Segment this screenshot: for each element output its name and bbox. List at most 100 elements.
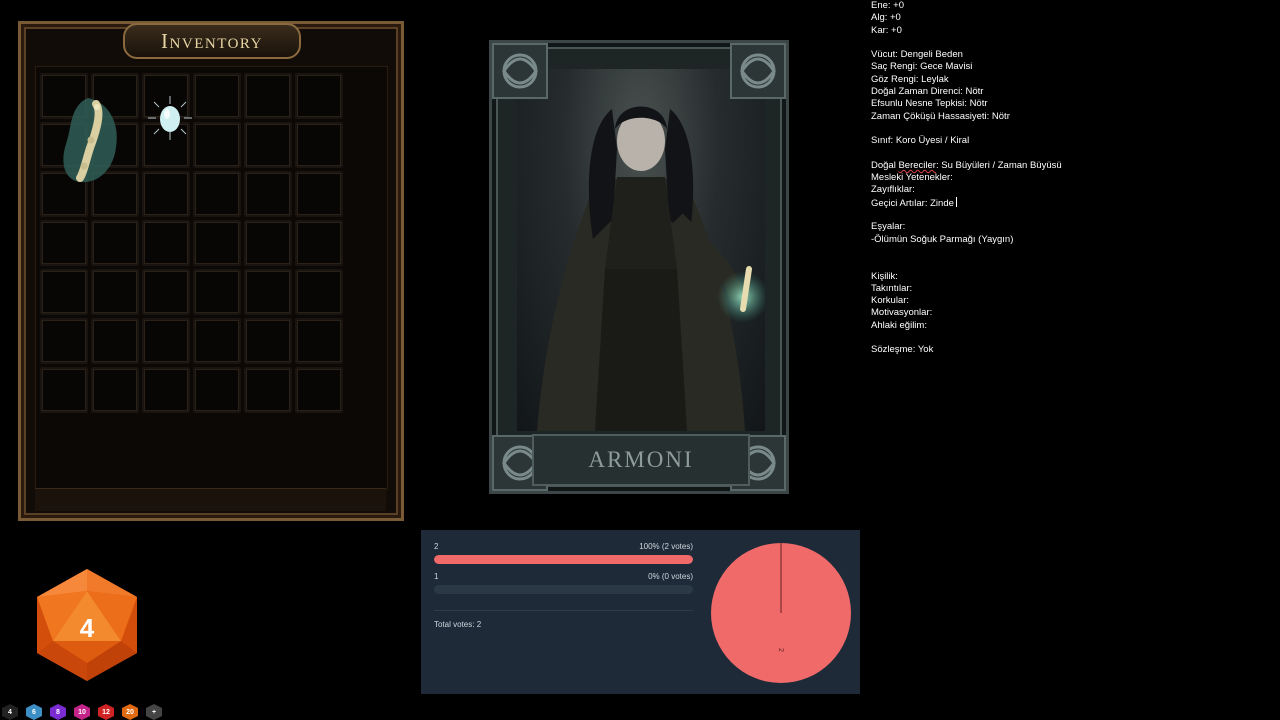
inventory-slot[interactable] (91, 318, 139, 364)
inventory-slot[interactable] (295, 367, 343, 413)
sheet-line (871, 209, 1171, 221)
sheet-line: Korkular: (871, 295, 910, 307)
d10-icon[interactable]: 10 (72, 704, 92, 720)
inventory-slot[interactable] (193, 171, 241, 217)
die-label: 10 (78, 708, 86, 716)
sheet-line: Geçici Artılar: Zinde (871, 196, 1171, 209)
inventory-slot[interactable] (142, 367, 190, 413)
inventory-slot[interactable] (91, 269, 139, 315)
d20-die-icon[interactable]: 4 (33, 567, 141, 683)
d6-icon[interactable]: 6 (24, 704, 44, 720)
poll-divider (434, 610, 693, 611)
sheet-line: Eşyalar: (871, 221, 906, 233)
inventory-slot[interactable] (295, 318, 343, 364)
die-label: 12 (102, 708, 110, 716)
inventory-slot[interactable] (295, 269, 343, 315)
inventory-slot[interactable] (193, 220, 241, 266)
sheet-line: Efsunlu Nesne Tepkisi: Nötr (871, 98, 988, 110)
sheet-line: Doğal Zaman Direnci: Nötr (871, 86, 984, 98)
sheet-line: Doğal Bereciler: Su Büyüleri / Zaman Büy… (871, 159, 1062, 171)
inventory-slot[interactable] (40, 367, 88, 413)
sheet-line: -Ölümün Soğuk Parmağı (Yaygın) (871, 233, 1014, 245)
die-label: + (151, 708, 157, 716)
inventory-slot[interactable] (40, 220, 88, 266)
inventory-slot[interactable] (295, 73, 343, 119)
d12-icon[interactable]: 12 (96, 704, 116, 720)
inventory-slot[interactable] (244, 171, 292, 217)
inventory-title: Inventory (161, 28, 263, 53)
poll-widget: 2 100% (2 votes) 1 0% (0 votes) Total vo… (421, 530, 860, 694)
poll-option-label: 2 (434, 542, 439, 551)
inventory-slot[interactable] (142, 220, 190, 266)
sheet-line: Kişilik: (871, 270, 898, 282)
inventory-slot[interactable] (91, 367, 139, 413)
sheet-line: Saç Rengi: Gece Mavisi (871, 61, 973, 73)
sheet-line (871, 123, 1171, 135)
inventory-slot[interactable] (244, 122, 292, 168)
sheet-line: Zayıflıklar: (871, 184, 915, 196)
poll-bar-fill (434, 555, 693, 564)
sheet-line: Kar: +0 (871, 24, 902, 36)
sheet-line (871, 258, 1171, 270)
inventory-slot[interactable] (193, 73, 241, 119)
poll-option[interactable]: 2 100% (2 votes) (434, 542, 693, 564)
inventory-slot[interactable] (244, 220, 292, 266)
celtic-knot-icon (730, 43, 786, 99)
inventory-slot[interactable] (193, 367, 241, 413)
sheet-line: Motivasyonlar: (871, 307, 933, 319)
poll-option-stat: 0% (0 votes) (648, 572, 693, 581)
inventory-slot[interactable] (244, 367, 292, 413)
sheet-line: Sınıf: Koro Üyesi / Kiral (871, 135, 970, 147)
celtic-knot-icon (492, 43, 548, 99)
poll-option[interactable]: 1 0% (0 votes) (434, 572, 693, 594)
inventory-slot[interactable] (40, 318, 88, 364)
sheet-line (871, 246, 1171, 258)
d4-icon[interactable]: 4 (0, 704, 20, 720)
die-label: 20 (126, 708, 134, 716)
bone-finger-icon[interactable] (58, 92, 124, 188)
sheet-line: Zaman Çöküşü Hassasiyeti: Nötr (871, 110, 1010, 122)
inventory-slot[interactable] (193, 269, 241, 315)
die-label: 4 (8, 708, 12, 716)
character-card: ARMONI (489, 40, 789, 494)
inventory-slot[interactable] (193, 318, 241, 364)
inventory-slot[interactable] (244, 269, 292, 315)
character-name: ARMONI (588, 447, 694, 472)
inventory-title-plate: Inventory (123, 23, 301, 59)
poll-bar-track (434, 555, 693, 564)
inventory-slot[interactable] (295, 220, 343, 266)
d20-value: 4 (80, 613, 95, 643)
glowing-gem-icon[interactable] (148, 96, 192, 140)
inventory-slot[interactable] (91, 220, 139, 266)
character-portrait (517, 69, 765, 431)
inventory-slot[interactable] (295, 122, 343, 168)
pie-slice-label: 2 (777, 648, 784, 652)
inventory-slot[interactable] (244, 73, 292, 119)
inventory-slot[interactable] (142, 318, 190, 364)
d20-icon[interactable]: 20 (120, 704, 140, 720)
sheet-line (871, 148, 1171, 160)
inventory-slot[interactable] (193, 122, 241, 168)
die-label: 8 (56, 708, 60, 716)
character-sheet-text[interactable]: Ene: +0 Alg: +0 Kar: +0 Vücut: Dengeli Bede… (871, 0, 1171, 357)
text-caret (955, 196, 957, 207)
inventory-slot[interactable] (295, 171, 343, 217)
inventory-slot[interactable] (244, 318, 292, 364)
sheet-line: Takıntılar: (871, 282, 913, 294)
sheet-line: Sözleşme: Yok (871, 344, 934, 356)
add-die-icon[interactable]: + (144, 704, 164, 720)
sheet-line: Göz Rengi: Leylak (871, 73, 949, 85)
inventory-footer (35, 488, 386, 511)
d8-icon[interactable]: 8 (48, 704, 68, 720)
inventory-slot[interactable] (142, 269, 190, 315)
sheet-line: Ahlaki eğilim: (871, 319, 927, 331)
inventory-slot[interactable] (142, 171, 190, 217)
sheet-line (871, 332, 1171, 344)
sheet-line: Ene: +0 (871, 0, 905, 11)
sheet-line (871, 37, 1171, 49)
die-label: 6 (32, 708, 36, 716)
inventory-slot[interactable] (40, 269, 88, 315)
sheet-line: Mesleki Yetenekler: (871, 172, 953, 184)
sheet-line: Alg: +0 (871, 12, 901, 24)
dice-toolbar: 4 6 8 10 12 20 + (0, 704, 164, 720)
